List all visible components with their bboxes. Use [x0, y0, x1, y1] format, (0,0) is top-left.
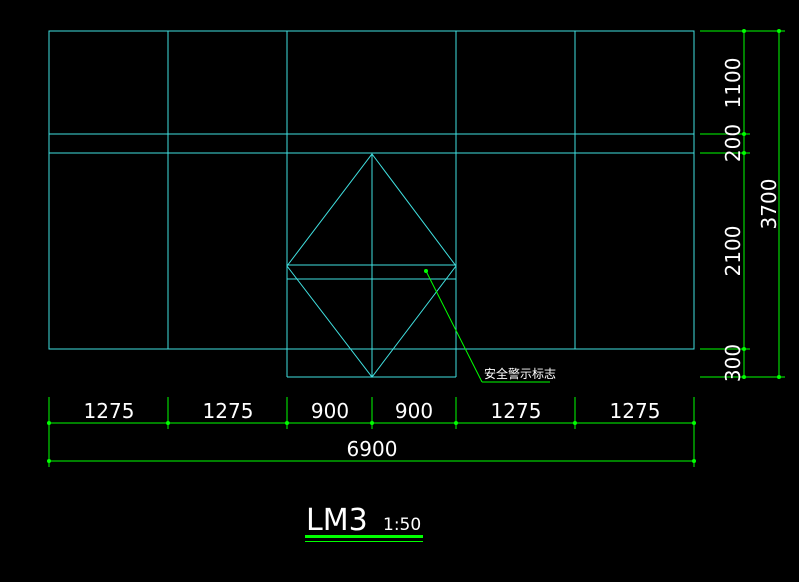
elevation-geometry: [48, 30, 695, 378]
dim-label-segment-6: 1275: [610, 399, 661, 423]
title-underline-thick: [305, 535, 423, 538]
dim-tick: [166, 421, 170, 425]
dim-label-vertical-4: 300: [721, 344, 745, 382]
dim-label-total: 6900: [347, 437, 398, 461]
safety-sign-label: 安全警示标志: [484, 366, 556, 381]
safety-sign-annotation: 安全警示标志: [424, 269, 556, 383]
title-name: LM3: [306, 503, 368, 538]
drawing-title: LM3 1:50: [305, 503, 423, 542]
dim-tick: [454, 421, 458, 425]
dim-tick: [47, 421, 51, 425]
dim-label-vertical-2: 200: [721, 124, 745, 162]
dim-tick: [777, 29, 781, 33]
vertical-dimensions: 1100 200 2100 300 3700: [700, 29, 785, 382]
dim-label-vertical-1: 1100: [721, 58, 745, 109]
dim-label-segment-3: 900: [311, 399, 349, 423]
leader-line: [425, 270, 483, 383]
dim-tick: [692, 421, 696, 425]
dim-label-segment-2: 1275: [203, 399, 254, 423]
title-underline-thin: [305, 541, 423, 542]
dim-tick: [370, 421, 374, 425]
horizontal-dimensions: 1275 1275 900 900 1275 1275 6900: [47, 397, 696, 467]
cad-drawing: 安全警示标志 1275 1275 900 900 1275 1275 6900: [47, 29, 785, 542]
dim-tick: [777, 375, 781, 379]
dim-label-vertical-3: 2100: [721, 226, 745, 277]
dim-tick: [742, 29, 746, 33]
dim-label-segment-4: 900: [395, 399, 433, 423]
dim-tick: [573, 421, 577, 425]
dim-label-segment-1: 1275: [84, 399, 135, 423]
dim-tick: [285, 421, 289, 425]
title-scale: 1:50: [383, 515, 421, 535]
dim-tick: [692, 459, 696, 463]
dim-label-vertical-total: 3700: [757, 179, 781, 230]
dim-tick: [47, 459, 51, 463]
dim-label-segment-5: 1275: [491, 399, 542, 423]
